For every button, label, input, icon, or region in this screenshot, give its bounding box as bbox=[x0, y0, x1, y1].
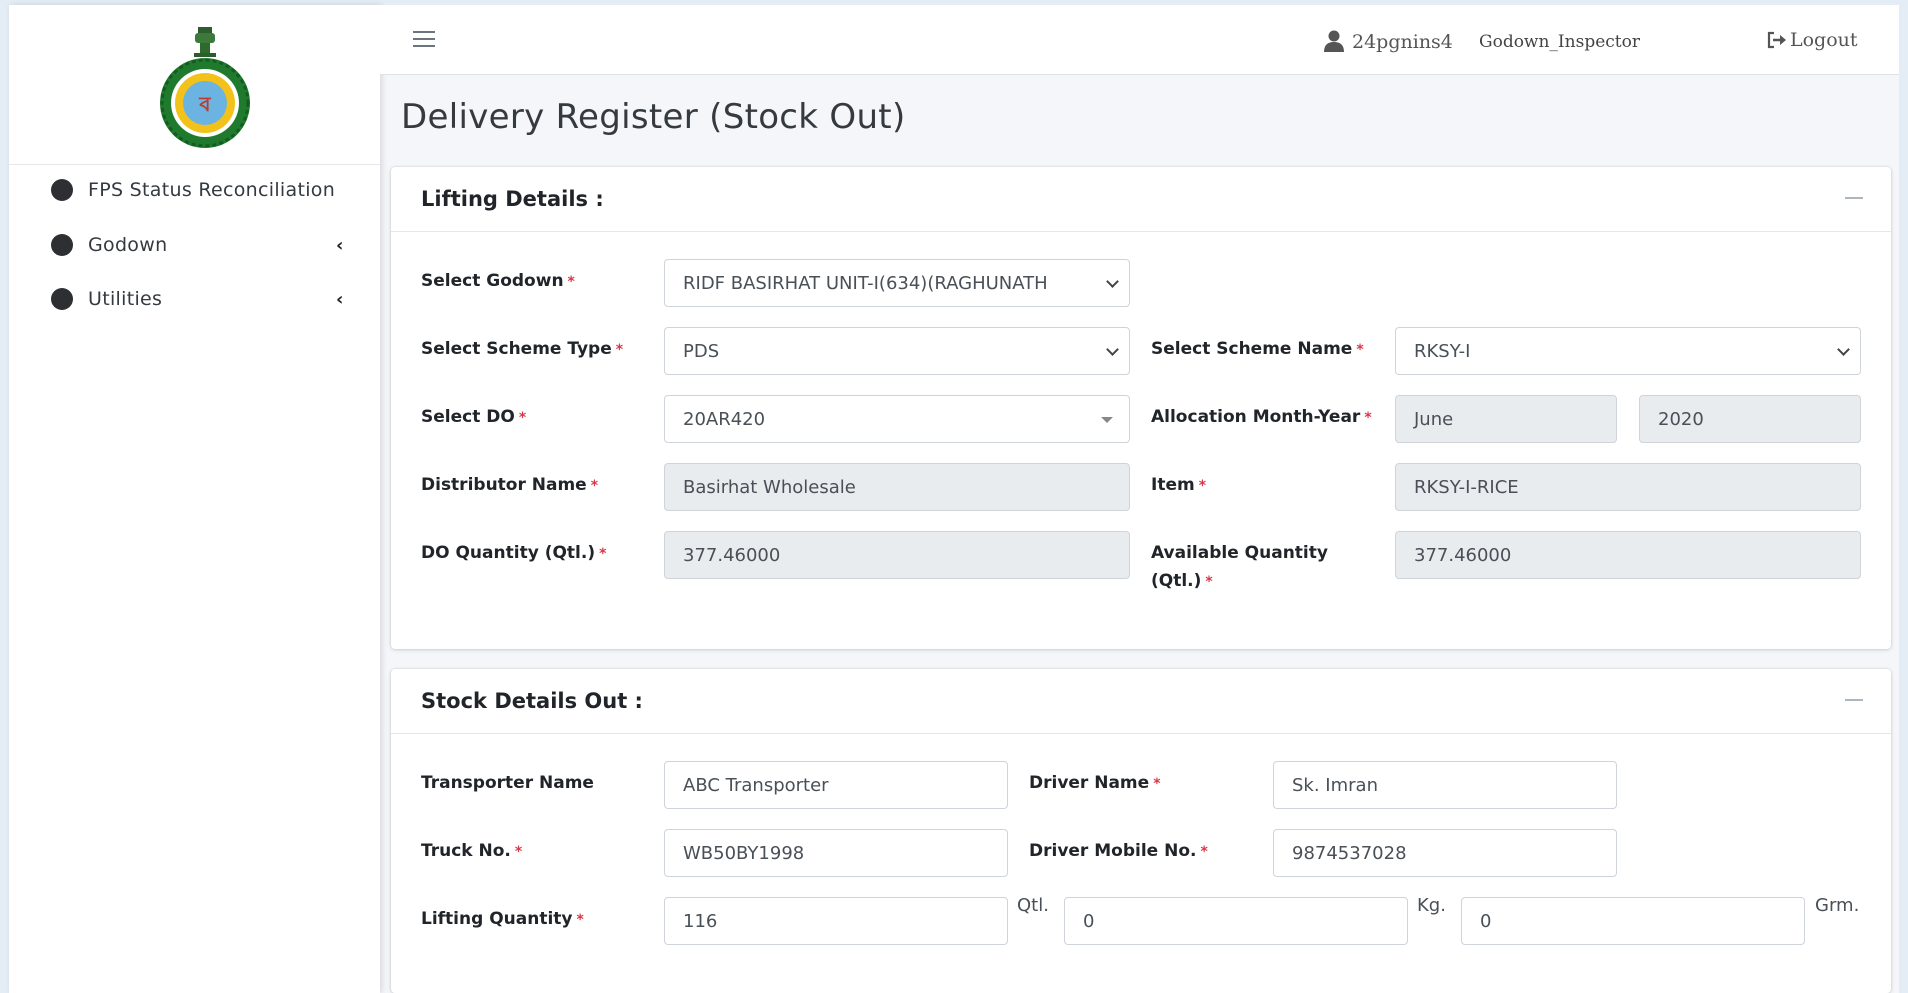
scheme-name-label: Select Scheme Name * bbox=[1151, 339, 1364, 359]
do-quantity-field: 377.46000 bbox=[664, 531, 1130, 579]
sign-out-icon bbox=[1767, 31, 1786, 49]
lifting-details-card: Lifting Details : Select Godown * RIDF BA… bbox=[391, 167, 1891, 649]
top-navbar: 24pgnins4 Godown_Inspector Logout bbox=[380, 5, 1899, 75]
collapse-minus-icon[interactable] bbox=[1845, 197, 1863, 199]
card-header: Lifting Details : bbox=[391, 167, 1891, 232]
sidebar-item-utilities[interactable]: Utilities ‹ bbox=[51, 284, 351, 314]
transporter-name-label: Transporter Name bbox=[421, 773, 594, 793]
transporter-name-input[interactable] bbox=[664, 761, 1008, 809]
chevron-down-icon bbox=[1837, 343, 1850, 356]
app-frame: ব FPS Status Reconciliation Godown ‹ Uti… bbox=[9, 5, 1899, 993]
item-field: RKSY-I-RICE bbox=[1395, 463, 1861, 511]
logo-area: ব bbox=[9, 5, 380, 165]
lifting-kg-input[interactable] bbox=[1064, 897, 1408, 945]
allocation-year-field: 2020 bbox=[1639, 395, 1861, 443]
do-quantity-label: DO Quantity (Qtl.) * bbox=[421, 543, 607, 563]
grm-unit-label: Grm. bbox=[1815, 895, 1860, 916]
stock-details-out-card: Stock Details Out : Transporter Name Dri… bbox=[391, 669, 1891, 993]
lifting-quantity-label: Lifting Quantity * bbox=[421, 909, 584, 929]
circle-icon bbox=[51, 234, 73, 256]
sidebar-item-fps-status[interactable]: FPS Status Reconciliation bbox=[51, 175, 351, 205]
driver-name-label: Driver Name * bbox=[1029, 773, 1161, 793]
driver-mobile-input[interactable] bbox=[1273, 829, 1617, 877]
item-label: Item * bbox=[1151, 475, 1207, 495]
kg-unit-label: Kg. bbox=[1417, 895, 1446, 916]
sidebar-item-label: FPS Status Reconciliation bbox=[88, 179, 336, 201]
sidebar-item-label: Godown bbox=[88, 234, 168, 256]
godown-select[interactable]: RIDF BASIRHAT UNIT-I(634)(RAGHUNATH bbox=[664, 259, 1130, 307]
lifting-grm-input[interactable] bbox=[1461, 897, 1805, 945]
card-title: Lifting Details : bbox=[421, 187, 604, 211]
username-label: 24pgnins4 bbox=[1352, 31, 1453, 53]
sidebar-item-godown[interactable]: Godown ‹ bbox=[51, 230, 351, 260]
page-title: Delivery Register (Stock Out) bbox=[401, 97, 906, 137]
user-icon bbox=[1324, 30, 1344, 52]
driver-mobile-label: Driver Mobile No. * bbox=[1029, 841, 1208, 861]
circle-icon bbox=[51, 288, 73, 310]
user-role-label: Godown_Inspector bbox=[1479, 32, 1640, 52]
qtl-unit-label: Qtl. bbox=[1017, 895, 1049, 916]
select-do-label: Select DO * bbox=[421, 407, 527, 427]
chevron-left-icon: ‹ bbox=[336, 289, 344, 310]
chevron-left-icon: ‹ bbox=[336, 235, 344, 256]
caret-down-icon bbox=[1101, 417, 1113, 423]
driver-name-input[interactable] bbox=[1273, 761, 1617, 809]
allocation-month-field: June bbox=[1395, 395, 1617, 443]
lifting-qtl-input[interactable] bbox=[664, 897, 1008, 945]
scheme-type-select[interactable]: PDS bbox=[664, 327, 1130, 375]
card-title: Stock Details Out : bbox=[421, 689, 643, 713]
chevron-down-icon bbox=[1106, 275, 1119, 288]
west-bengal-emblem-logo: ব bbox=[160, 27, 250, 148]
sidebar-item-label: Utilities bbox=[88, 288, 163, 310]
scheme-type-label: Select Scheme Type * bbox=[421, 339, 624, 359]
logout-link[interactable]: Logout bbox=[1766, 29, 1858, 51]
available-quantity-field: 377.46000 bbox=[1395, 531, 1861, 579]
logout-label: Logout bbox=[1790, 29, 1858, 51]
chevron-down-icon bbox=[1106, 343, 1119, 356]
do-select[interactable]: 20AR420 bbox=[664, 395, 1130, 443]
allocation-month-year-label: Allocation Month-Year * bbox=[1151, 407, 1372, 427]
select-godown-label: Select Godown * bbox=[421, 271, 575, 291]
available-quantity-label: Available Quantity (Qtl.) * bbox=[1151, 543, 1328, 591]
scheme-name-select[interactable]: RKSY-I bbox=[1395, 327, 1861, 375]
circle-icon bbox=[51, 179, 73, 201]
distributor-name-field: Basirhat Wholesale bbox=[664, 463, 1130, 511]
sidebar: ব FPS Status Reconciliation Godown ‹ Uti… bbox=[9, 5, 380, 993]
truck-no-input[interactable] bbox=[664, 829, 1008, 877]
collapse-minus-icon[interactable] bbox=[1845, 699, 1863, 701]
card-header: Stock Details Out : bbox=[391, 669, 1891, 734]
distributor-name-label: Distributor Name * bbox=[421, 475, 599, 495]
truck-no-label: Truck No. * bbox=[421, 841, 523, 861]
svg-text:ব: ব bbox=[198, 92, 211, 116]
hamburger-menu-icon[interactable] bbox=[413, 31, 435, 49]
